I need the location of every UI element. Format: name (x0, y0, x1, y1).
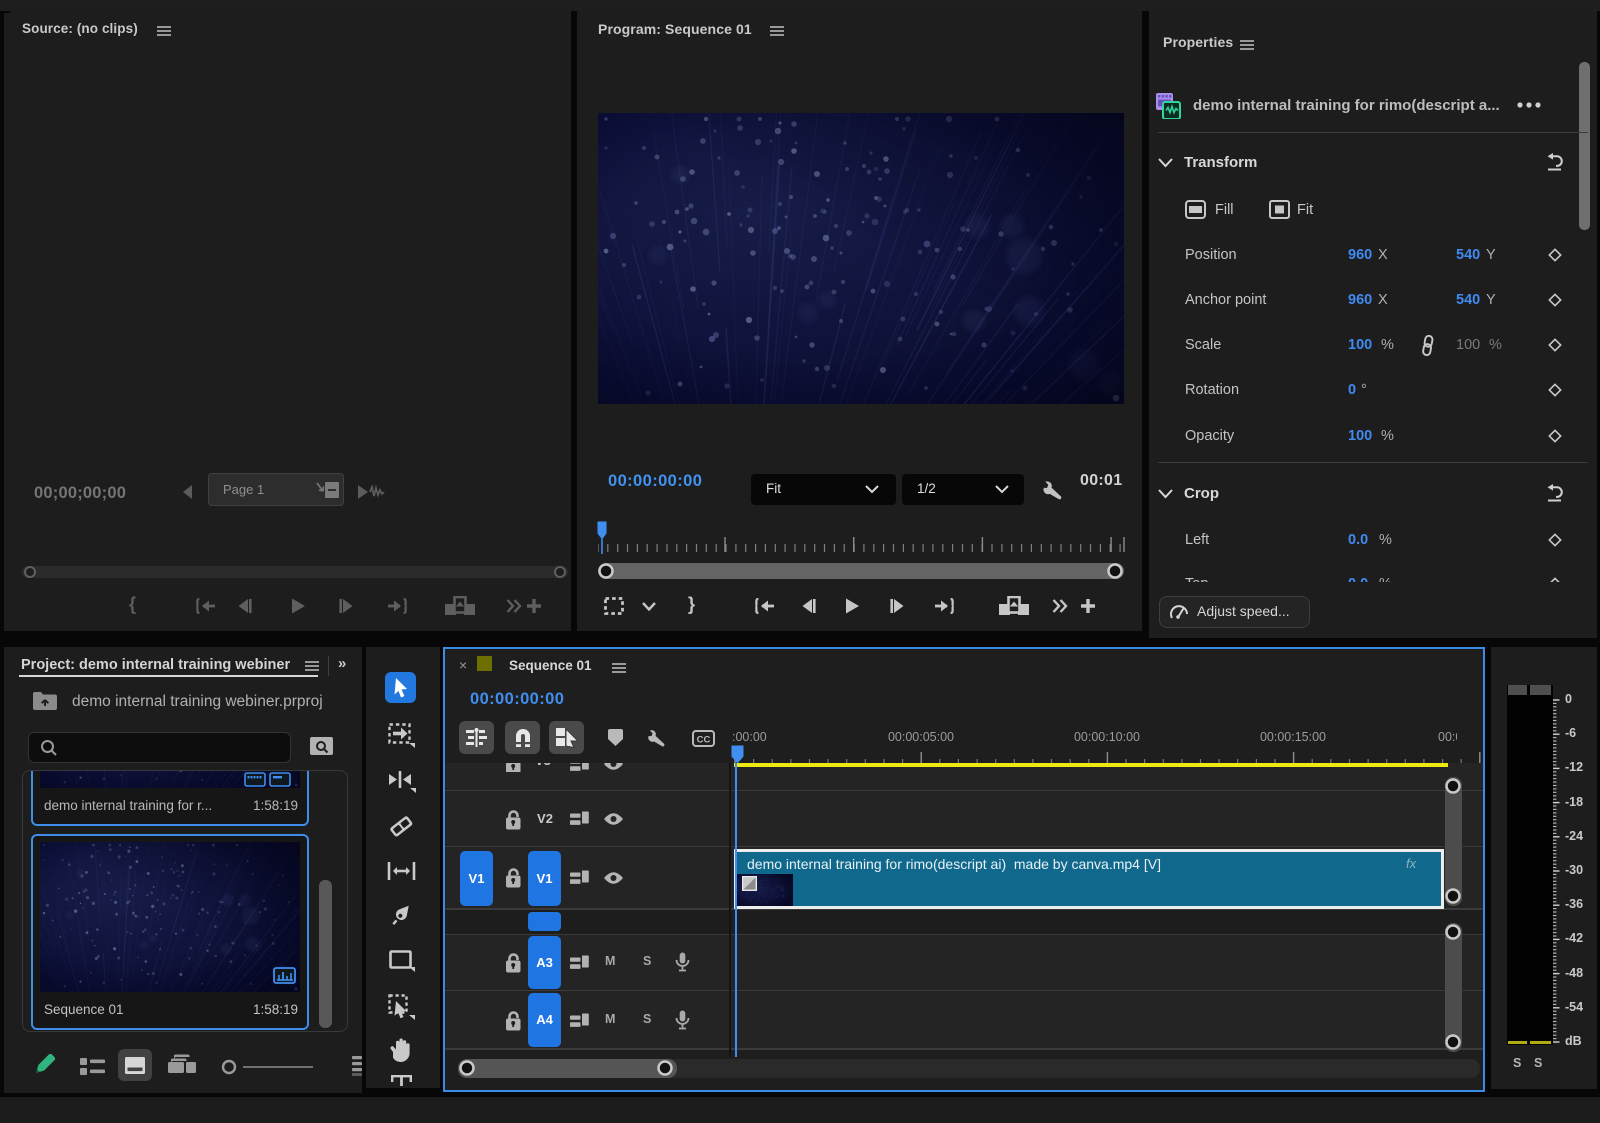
svg-text:CC: CC (697, 735, 711, 746)
